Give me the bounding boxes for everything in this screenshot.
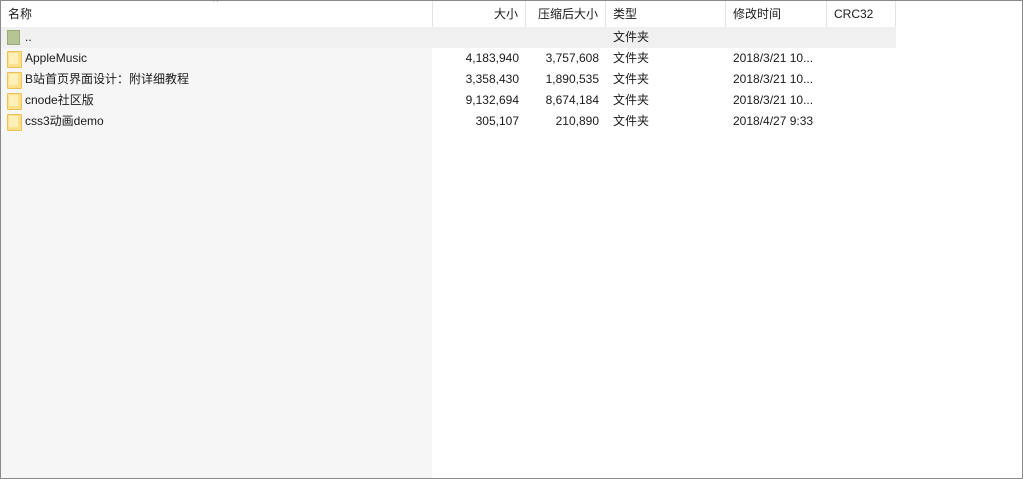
- list-item[interactable]: AppleMusic 4,183,940 3,757,608 文件夹 2018/…: [1, 48, 896, 69]
- item-name-cell: ..: [1, 27, 433, 48]
- item-type: 文件夹: [613, 93, 650, 107]
- sort-ascending-icon: ^: [213, 0, 219, 8]
- parent-folder-icon: [7, 30, 20, 45]
- list-item[interactable]: cnode社区版 9,132,694 8,674,184 文件夹 2018/3/…: [1, 90, 896, 111]
- item-name-cell: B站首页界面设计：附详细教程: [1, 69, 433, 90]
- list-item[interactable]: B站首页界面设计：附详细教程 3,358,430 1,890,535 文件夹 2…: [1, 69, 896, 90]
- item-modified: 2018/3/21 10...: [733, 93, 814, 107]
- item-size: 9,132,694: [465, 93, 519, 107]
- item-packed-size: 8,674,184: [545, 93, 599, 107]
- header-size[interactable]: 大小: [433, 1, 526, 27]
- item-modified: [726, 27, 827, 48]
- item-crc32: [827, 90, 896, 111]
- folder-icon: [7, 93, 22, 110]
- item-size: 4,183,940: [465, 51, 519, 65]
- item-name: ..: [25, 30, 32, 44]
- item-name: B站首页界面设计：附详细教程: [25, 72, 190, 86]
- item-crc32: [827, 48, 896, 69]
- item-type: 文件夹: [613, 114, 650, 128]
- header-packed-size[interactable]: 压缩后大小: [526, 1, 606, 27]
- item-modified: 2018/3/21 10...: [733, 72, 814, 86]
- item-size: [433, 27, 526, 48]
- item-type: 文件夹: [613, 72, 650, 86]
- list-item[interactable]: css3动画demo 305,107 210,890 文件夹 2018/4/27…: [1, 111, 896, 132]
- item-name: css3动画demo: [25, 114, 104, 128]
- header-type[interactable]: 类型: [606, 1, 726, 27]
- item-crc32: [827, 69, 896, 90]
- item-name-cell: css3动画demo: [1, 111, 433, 132]
- item-name-cell: cnode社区版: [1, 90, 433, 111]
- folder-icon: [7, 72, 22, 89]
- item-type: 文件夹: [613, 30, 650, 44]
- file-list: .. 文件夹 AppleMusic 4,183,940 3,757,608 文件…: [1, 27, 896, 132]
- item-crc32: [827, 111, 896, 132]
- item-crc32: [827, 27, 896, 48]
- item-packed-size: 3,757,608: [545, 51, 599, 65]
- item-type: 文件夹: [613, 51, 650, 65]
- file-list-window: 名称 大小 压缩后大小 类型 修改时间 CRC32 ^ .. 文件夹 Apple…: [0, 0, 1023, 479]
- item-size: 3,358,430: [465, 72, 519, 86]
- item-modified: 2018/4/27 9:33: [733, 114, 814, 128]
- item-modified: 2018/3/21 10...: [733, 51, 814, 65]
- list-item-parent[interactable]: .. 文件夹: [1, 27, 896, 48]
- header-modified[interactable]: 修改时间: [726, 1, 827, 27]
- item-name: AppleMusic: [25, 51, 88, 65]
- item-name-cell: AppleMusic: [1, 48, 433, 69]
- column-header-bar: 名称 大小 压缩后大小 类型 修改时间 CRC32 ^: [1, 1, 896, 27]
- header-crc32[interactable]: CRC32: [827, 1, 896, 27]
- item-packed-size: 1,890,535: [545, 72, 599, 86]
- item-name: cnode社区版: [25, 93, 94, 107]
- item-packed-size: 210,890: [555, 114, 599, 128]
- item-packed-size: [526, 27, 606, 48]
- folder-icon: [7, 51, 22, 68]
- item-size: 305,107: [475, 114, 519, 128]
- folder-icon: [7, 114, 22, 131]
